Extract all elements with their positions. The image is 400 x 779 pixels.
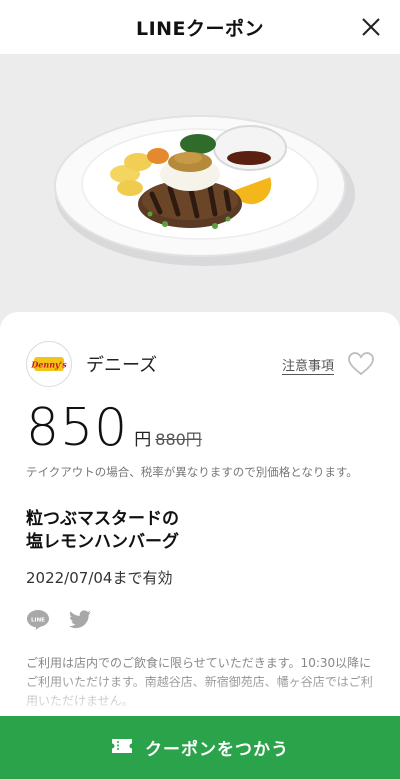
top-bar: LINEクーポン bbox=[0, 0, 400, 54]
close-icon[interactable] bbox=[356, 12, 386, 42]
usage-fade bbox=[0, 674, 400, 718]
brand-name: デニーズ bbox=[86, 355, 158, 376]
ticket-icon bbox=[111, 738, 133, 758]
product-name: 粒つぶマスタードの 塩レモンハンバーグ bbox=[26, 509, 179, 552]
page-title: LINEクーポン bbox=[135, 17, 265, 40]
twitter-share-icon[interactable] bbox=[68, 610, 92, 630]
use-coupon-button[interactable]: クーポンをつかう bbox=[0, 716, 400, 779]
coupon-card: Denny's デニーズ 注意事項 850 円 880円 テイクアウトの場合、税… bbox=[0, 312, 400, 779]
coupon-price: 850 bbox=[26, 398, 129, 458]
original-price: 880円 bbox=[155, 430, 202, 449]
brand-logo-text: Denny's bbox=[30, 360, 67, 370]
price-unit: 円 bbox=[134, 430, 152, 450]
line-share-icon[interactable]: LINE bbox=[26, 609, 50, 631]
brand-row: Denny's デニーズ 注意事項 bbox=[26, 340, 374, 388]
use-coupon-label: クーポンをつかう bbox=[145, 740, 289, 760]
price-row: 850 円 880円 bbox=[26, 398, 202, 458]
brand-logo: Denny's bbox=[26, 341, 72, 387]
heart-outline-icon[interactable] bbox=[348, 352, 374, 376]
share-row: LINE bbox=[26, 609, 92, 631]
coupon-hero-image bbox=[0, 54, 400, 354]
valid-until: 2022/07/04まで有効 bbox=[26, 569, 173, 587]
svg-text:LINE: LINE bbox=[31, 618, 45, 624]
tax-note: テイクアウトの場合、税率が異なりますので別価格となります。 bbox=[26, 465, 358, 479]
notice-link[interactable]: 注意事項 bbox=[282, 355, 334, 374]
